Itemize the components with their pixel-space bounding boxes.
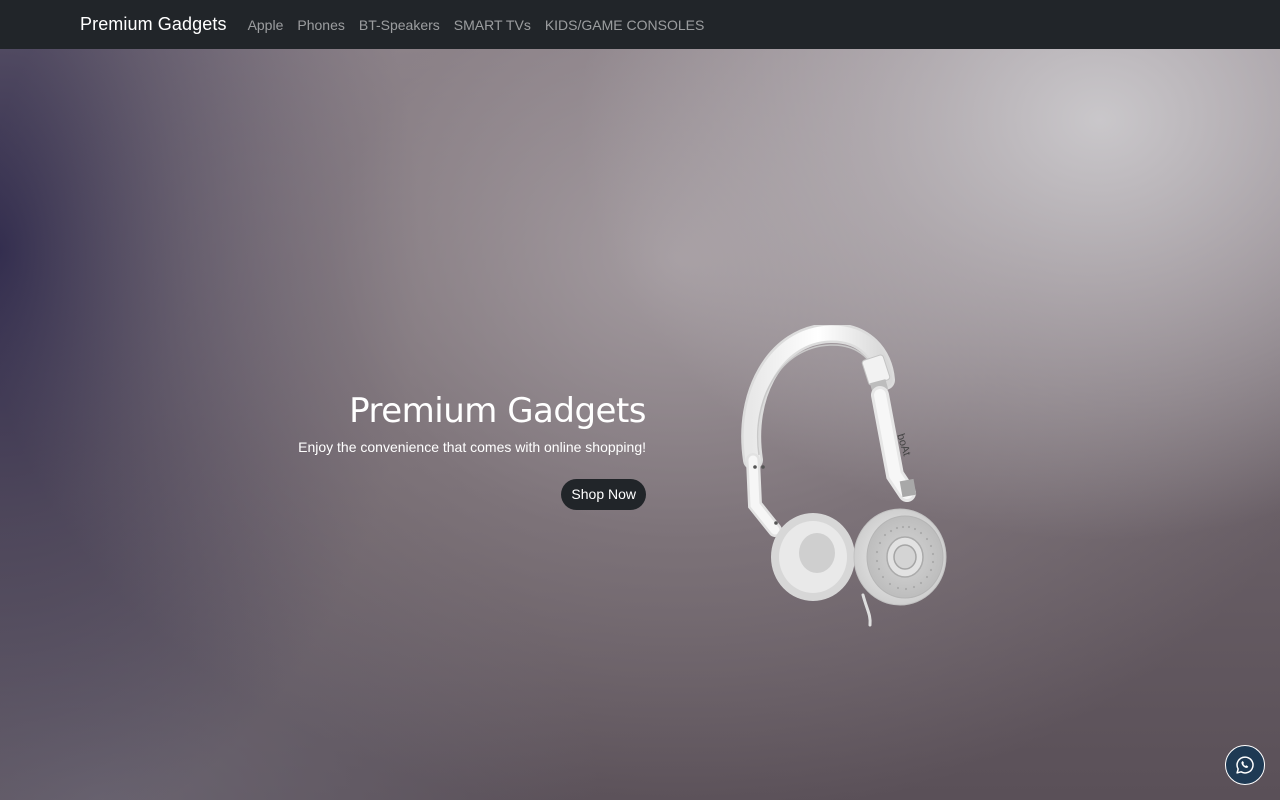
- nav-link-kids-game-consoles[interactable]: KIDS/GAME CONSOLES: [545, 17, 704, 33]
- whatsapp-icon: [1236, 756, 1254, 774]
- top-navbar: Premium Gadgets Apple Phones BT-Speakers…: [0, 0, 1280, 49]
- nav-link-apple[interactable]: Apple: [248, 17, 284, 33]
- headphones-image: boAt: [741, 325, 947, 627]
- brand-link[interactable]: Premium Gadgets: [80, 14, 227, 35]
- whatsapp-button[interactable]: [1225, 745, 1265, 785]
- nav-links: Apple Phones BT-Speakers SMART TVs KIDS/…: [248, 17, 719, 33]
- page: Premium Gadgets Apple Phones BT-Speakers…: [0, 0, 1280, 800]
- nav-link-bt-speakers[interactable]: BT-Speakers: [359, 17, 440, 33]
- hero-subtitle: Enjoy the convenience that comes with on…: [298, 439, 646, 455]
- shop-now-button[interactable]: Shop Now: [561, 479, 646, 510]
- nav-link-smart-tvs[interactable]: SMART TVs: [454, 17, 531, 33]
- hero-title: Premium Gadgets: [349, 391, 646, 431]
- hero-text-block: Premium Gadgets Enjoy the convenience th…: [298, 390, 646, 510]
- nav-link-phones[interactable]: Phones: [297, 17, 344, 33]
